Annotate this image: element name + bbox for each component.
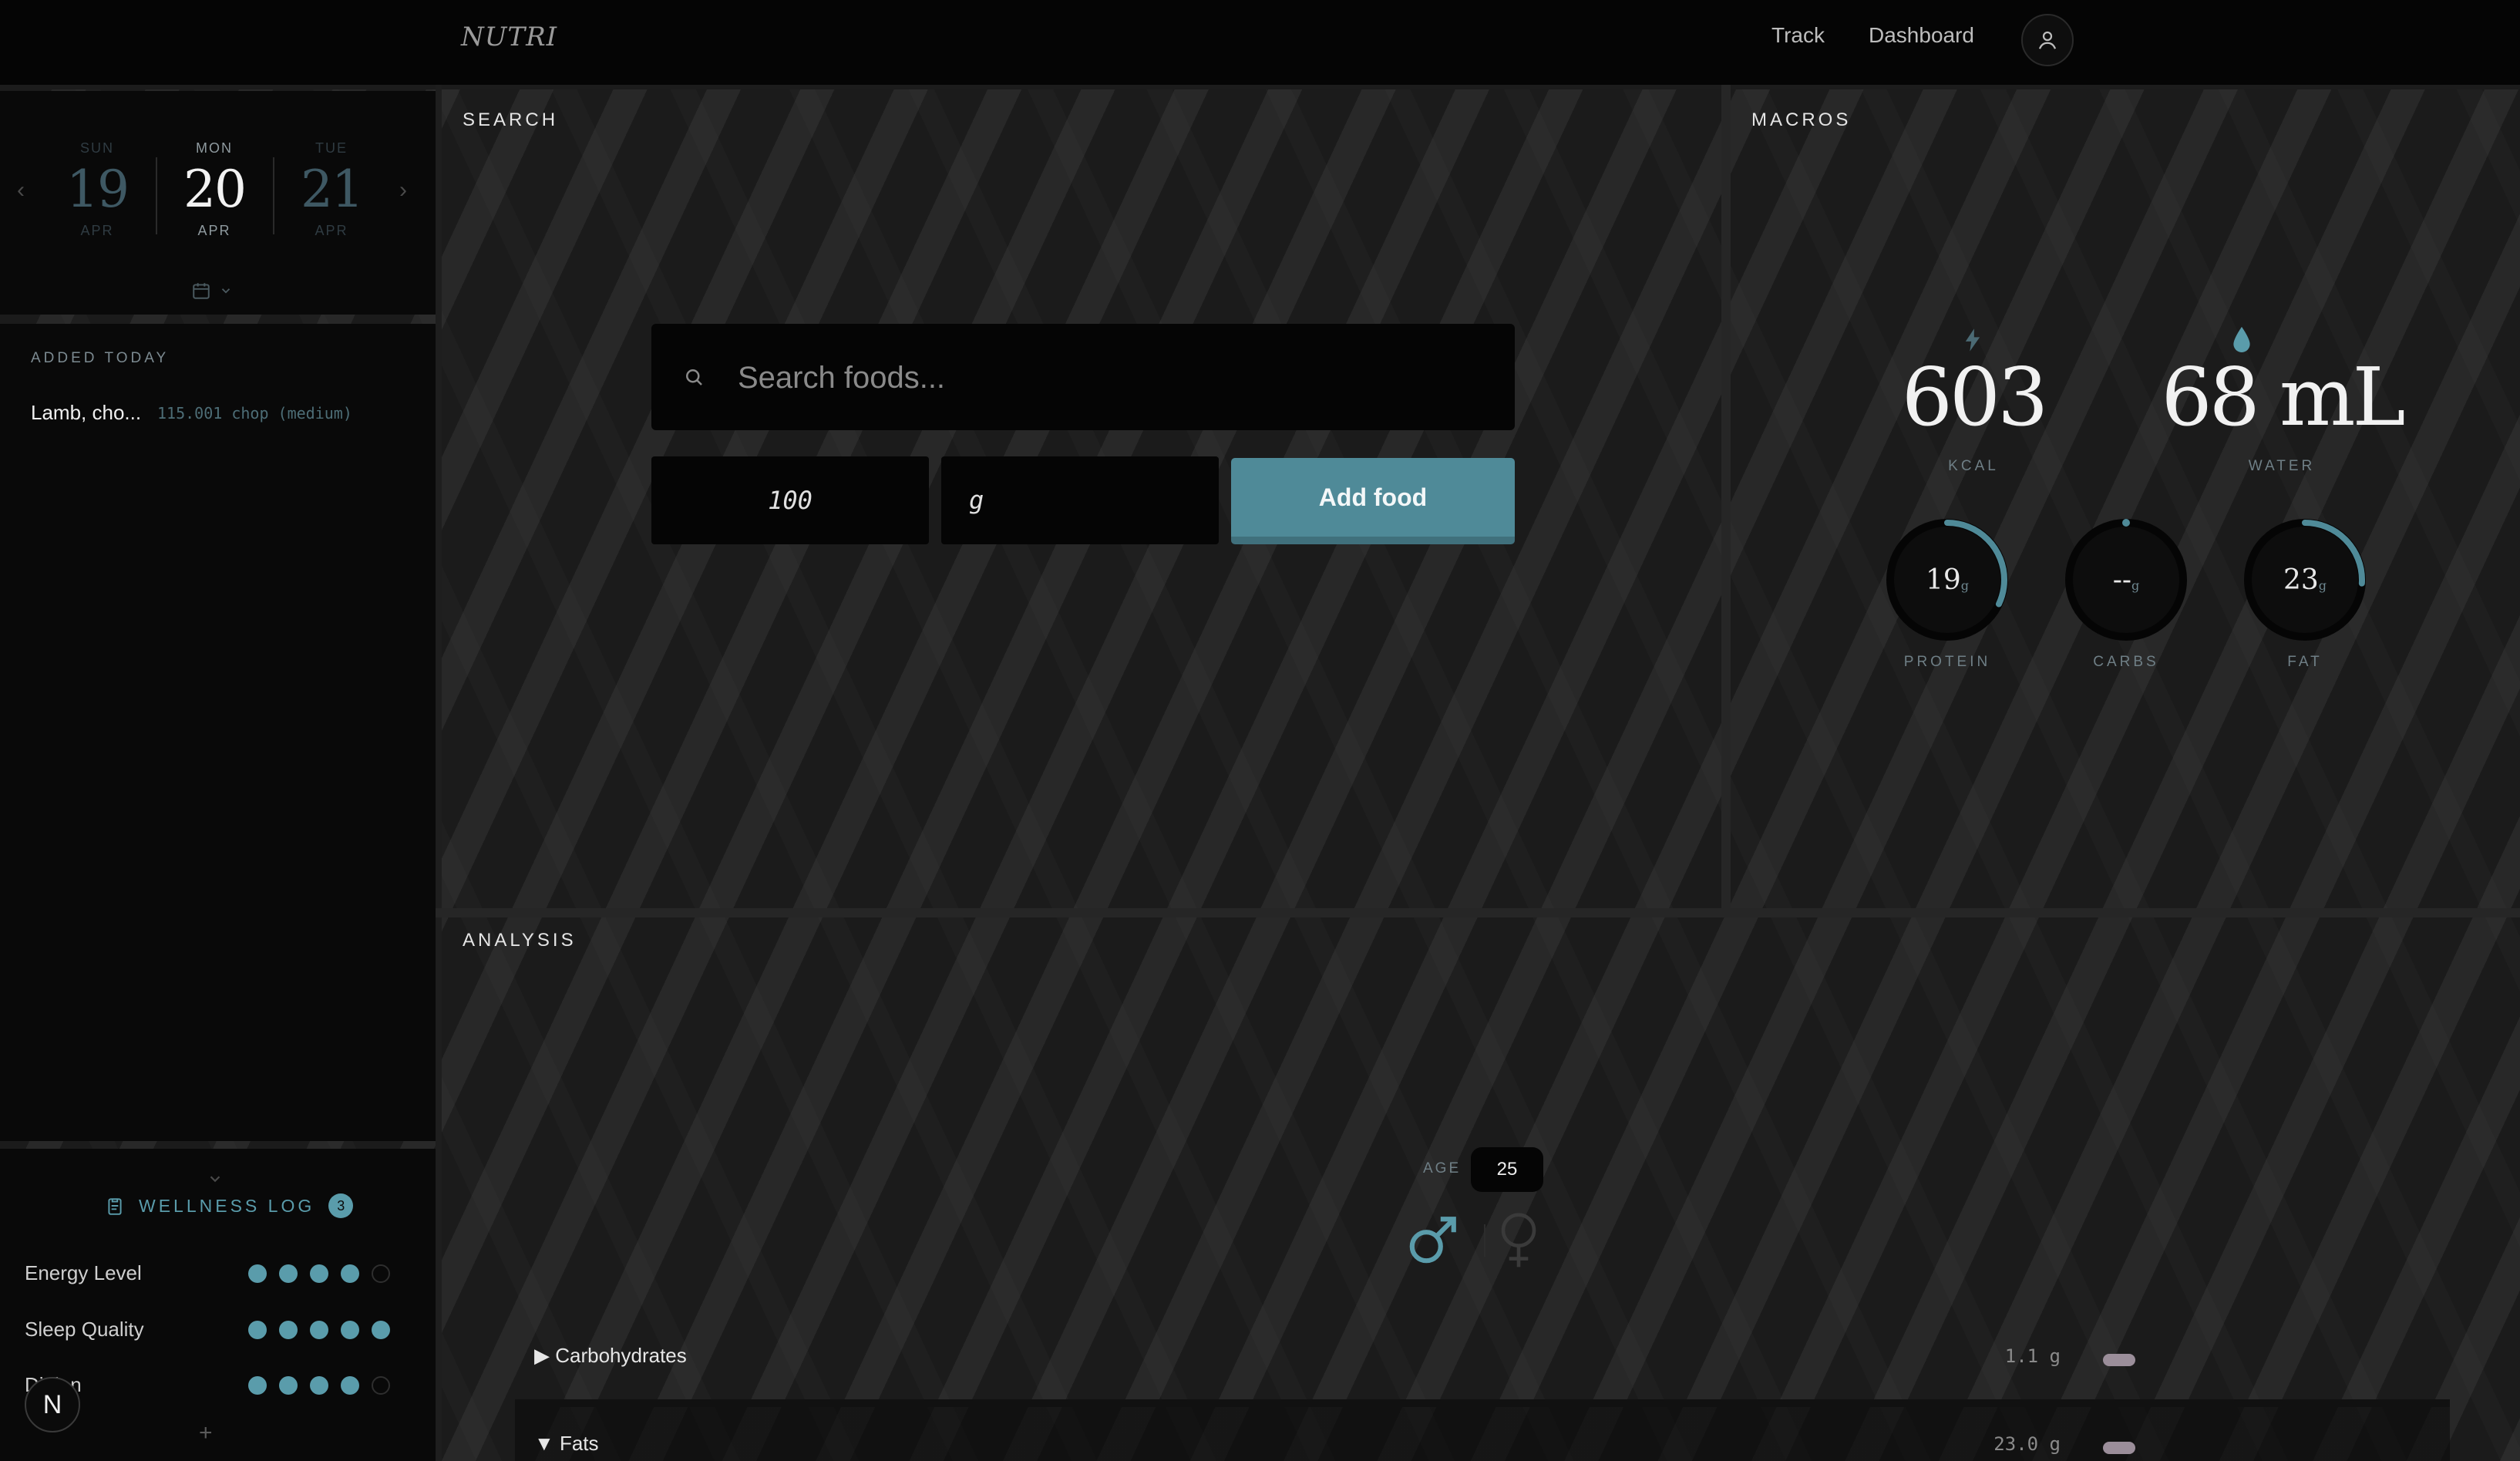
fat-ring: 23 g	[2243, 518, 2367, 641]
carbs-ring: -- g	[2064, 518, 2188, 641]
user-button[interactable]	[2021, 14, 2074, 66]
carbs-unit: g	[2131, 577, 2140, 593]
rating-dot[interactable]	[248, 1264, 267, 1283]
wellness-rating[interactable]	[248, 1264, 390, 1283]
rating-dot[interactable]	[341, 1264, 359, 1283]
added-today-panel: ADDED TODAY Lamb, cho... 115.001 chop (m…	[0, 324, 436, 1141]
protein-label: PROTEIN	[1903, 654, 1991, 670]
nav-track[interactable]: Track	[1771, 23, 1825, 48]
water-drop-icon	[2233, 327, 2250, 352]
macros-panel: MACROS 603 KCAL 68 mL WATER 19 g PROTEIN …	[1731, 91, 2520, 908]
app-logo[interactable]: NUTRI	[461, 22, 557, 52]
analysis-panel: ANALYSIS AGE 25 ▶ Carbohydrates 1.1 g ▼ …	[442, 917, 2520, 1461]
rating-dot[interactable]	[341, 1376, 359, 1395]
panel-divider	[1721, 85, 1731, 908]
protein-unit: g	[1960, 577, 1970, 593]
analysis-row-fats[interactable]: ▼ Fats	[534, 1432, 599, 1456]
rating-dot[interactable]	[372, 1321, 390, 1339]
analysis-title: ANALYSIS	[463, 930, 577, 951]
row-value: 23.0 g	[1993, 1433, 2061, 1455]
male-icon[interactable]	[1404, 1212, 1461, 1269]
wellness-log-panel: WELLNESS LOG 3 Energy Level Sleep Quality…	[0, 1149, 436, 1461]
age-input[interactable]: 25	[1471, 1147, 1543, 1192]
wellness-rating[interactable]	[248, 1376, 390, 1395]
calendar-toggle[interactable]	[191, 281, 233, 301]
lightning-icon	[1965, 328, 1980, 352]
clipboard-icon	[108, 1198, 122, 1215]
row-divider	[515, 1399, 2450, 1407]
rating-dot[interactable]	[372, 1264, 390, 1283]
rating-dot[interactable]	[310, 1376, 328, 1395]
water-value: 68 mL	[2161, 350, 2405, 444]
expand-icon: ▶	[534, 1344, 550, 1367]
carbs-label: CARBS	[2093, 654, 2159, 670]
food-item-amount: 115.001 chop (medium)	[157, 404, 352, 422]
water-label: WATER	[2248, 458, 2316, 474]
quantity-field[interactable]: 100	[651, 456, 929, 544]
day-divider	[273, 157, 274, 234]
panel-divider	[436, 908, 2520, 917]
top-bar: NUTRI Track Dashboard	[0, 0, 2520, 89]
add-food-button[interactable]: Add food	[1231, 458, 1515, 544]
row-label: Fats	[559, 1432, 599, 1455]
day-prev[interactable]: SUN 19 APR	[51, 140, 143, 239]
day-divider	[156, 157, 157, 234]
wellness-title: WELLNESS LOG	[139, 1195, 315, 1216]
rating-dot[interactable]	[279, 1321, 298, 1339]
food-item-name[interactable]: Lamb, cho...	[31, 401, 141, 425]
row-value: 1.1 g	[2004, 1345, 2061, 1367]
rating-dot[interactable]	[310, 1321, 328, 1339]
row-label: Carbohydrates	[555, 1344, 687, 1367]
progress-pill	[2103, 1354, 2135, 1366]
calendar-icon	[193, 283, 210, 299]
carbs-value: --	[2112, 564, 2132, 596]
rating-dot[interactable]	[279, 1264, 298, 1283]
progress-pill	[2103, 1442, 2135, 1454]
wellness-rating[interactable]	[248, 1321, 390, 1339]
analysis-row-carbohydrates[interactable]: ▶ Carbohydrates	[534, 1344, 687, 1368]
date-picker: ‹ SUN 19 APR MON 20 APR TUE 21 APR ›	[0, 91, 436, 315]
chevron-down-icon[interactable]	[207, 1170, 224, 1187]
sidebar-divider	[436, 85, 442, 1461]
chevron-down-icon	[221, 288, 230, 294]
rating-dot[interactable]	[248, 1321, 267, 1339]
day-next[interactable]: TUE 21 APR	[285, 140, 378, 239]
fats-row-bg	[515, 1407, 2450, 1461]
nav-dashboard[interactable]: Dashboard	[1869, 23, 1974, 48]
wellness-header[interactable]: WELLNESS LOG 3	[105, 1193, 354, 1218]
chevron-left-icon[interactable]: ‹	[17, 177, 25, 204]
female-icon[interactable]	[1490, 1209, 1547, 1271]
macros-title: MACROS	[1751, 109, 1852, 130]
gender-divider	[1484, 1224, 1485, 1257]
rating-dot[interactable]	[279, 1376, 298, 1395]
avatar[interactable]: N	[25, 1377, 80, 1432]
rating-dot[interactable]	[248, 1376, 267, 1395]
rating-dot[interactable]	[341, 1321, 359, 1339]
wellness-row-label: Sleep Quality	[25, 1318, 144, 1341]
added-today-title: ADDED TODAY	[31, 350, 170, 366]
search-input[interactable]	[736, 324, 1495, 432]
protein-value: 19	[1925, 564, 1961, 596]
rating-dot[interactable]	[372, 1376, 390, 1395]
search-title: SEARCH	[463, 109, 559, 130]
add-wellness-button[interactable]: +	[199, 1420, 213, 1446]
day-current[interactable]: MON 20 APR	[168, 140, 261, 239]
kcal-label: KCAL	[1948, 458, 1999, 474]
age-label: AGE	[1423, 1160, 1462, 1177]
wellness-row-label: Energy Level	[25, 1261, 142, 1284]
user-icon	[2038, 31, 2057, 49]
search-icon	[686, 369, 702, 385]
wellness-count-badge: 3	[328, 1193, 354, 1218]
protein-ring: 19 g	[1886, 518, 2009, 641]
collapse-icon: ▼	[534, 1432, 554, 1455]
unit-field[interactable]: g	[941, 456, 1219, 544]
fat-label: FAT	[2287, 654, 2323, 670]
fat-value: 23	[2283, 564, 2319, 596]
chevron-right-icon[interactable]: ›	[399, 177, 407, 204]
search-box	[651, 324, 1515, 432]
rating-dot[interactable]	[310, 1264, 328, 1283]
kcal-value: 603	[1901, 350, 2049, 444]
fat-unit: g	[2318, 577, 2327, 593]
